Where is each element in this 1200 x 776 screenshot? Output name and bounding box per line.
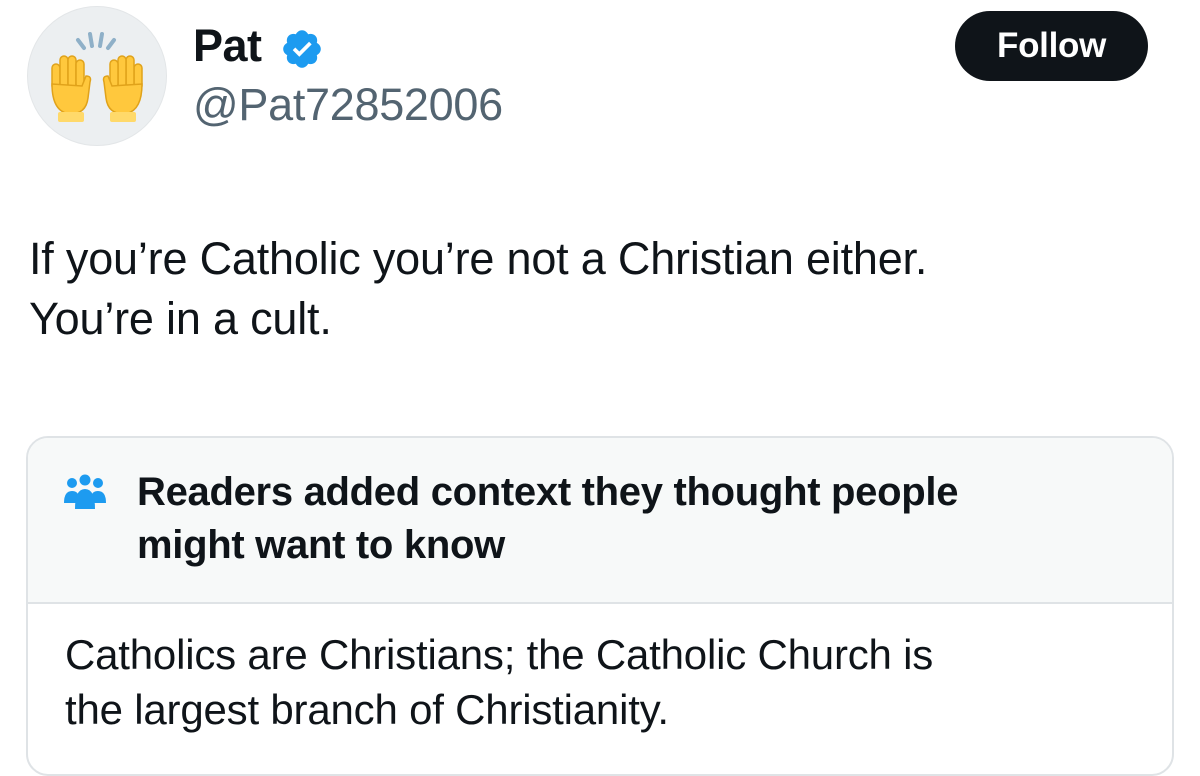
tweet-text-line: If you’re Catholic you’re not a Christia…: [29, 233, 928, 284]
follow-button[interactable]: Follow: [955, 11, 1148, 81]
verified-badge-icon: [283, 30, 321, 68]
community-note-card[interactable]: Readers added context they thought peopl…: [26, 436, 1174, 776]
community-note-body-line: Catholics are Christians; the Catholic C…: [65, 631, 934, 678]
community-note-title-line: Readers added context they thought peopl…: [137, 470, 959, 514]
community-note-body: Catholics are Christians; the Catholic C…: [65, 627, 1145, 737]
people-icon: [64, 474, 106, 509]
raising-hands-emoji-icon: [51, 32, 143, 122]
community-note-header: Readers added context they thought peopl…: [28, 438, 1172, 604]
avatar[interactable]: [27, 6, 167, 146]
community-note-title: Readers added context they thought peopl…: [137, 466, 1097, 572]
tweet-text-line: You’re in a cult.: [29, 293, 332, 344]
tweet-text: If you’re Catholic you’re not a Christia…: [29, 229, 1179, 349]
author-handle[interactable]: @Pat72852006: [193, 79, 503, 131]
community-note-title-line: might want to know: [137, 523, 505, 567]
community-note-body-line: the largest branch of Christianity.: [65, 686, 669, 733]
author-display-name[interactable]: Pat: [193, 20, 262, 72]
